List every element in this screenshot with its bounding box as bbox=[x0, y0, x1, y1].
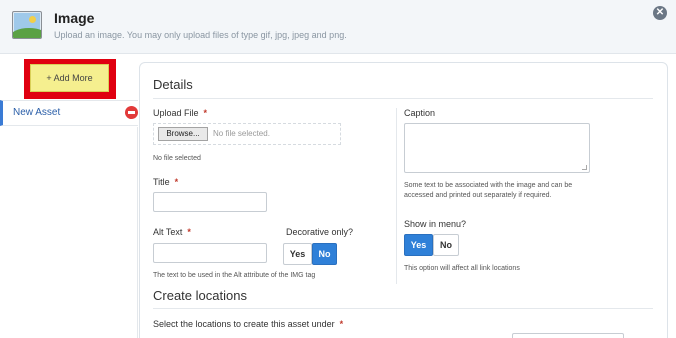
alt-text-help: The text to be used in the Alt attribute… bbox=[153, 272, 316, 279]
alt-text-input[interactable] bbox=[153, 243, 267, 263]
browse-button[interactable]: Browse... bbox=[158, 127, 208, 141]
image-icon bbox=[12, 11, 42, 39]
upload-help-text: No file selected bbox=[153, 155, 201, 162]
sidebar-item-label: New Asset bbox=[13, 107, 61, 118]
resize-grip-icon[interactable] bbox=[582, 165, 587, 170]
show-in-menu-label: Show in menu? bbox=[404, 219, 467, 229]
remove-icon[interactable] bbox=[125, 106, 138, 119]
locations-divider bbox=[153, 308, 653, 309]
close-icon[interactable]: ✕ bbox=[653, 6, 667, 20]
column-divider bbox=[396, 108, 397, 284]
show-in-menu-yes-toggle[interactable]: Yes bbox=[404, 234, 433, 256]
decorative-label: Decorative only? bbox=[286, 227, 354, 237]
caption-help: Some text to be associated with the imag… bbox=[404, 182, 573, 199]
dialog-title: Image bbox=[54, 10, 95, 26]
dialog-header: Image Upload an image. You may only uplo… bbox=[0, 0, 676, 54]
select-locations-label: Select the locations to create this asse… bbox=[153, 319, 344, 329]
create-locations-heading: Create locations bbox=[153, 288, 247, 303]
add-more-button[interactable]: + Add More bbox=[30, 64, 109, 92]
alt-text-label: Alt Text * bbox=[153, 227, 191, 237]
location-select[interactable] bbox=[512, 333, 624, 338]
caption-textarea[interactable] bbox=[404, 123, 590, 173]
title-input[interactable] bbox=[153, 192, 267, 212]
dialog-subtitle: Upload an image. You may only upload fil… bbox=[54, 30, 347, 40]
upload-file-label: Upload File * bbox=[153, 108, 208, 118]
show-in-menu-no-toggle[interactable]: No bbox=[433, 234, 459, 256]
details-heading: Details bbox=[153, 77, 193, 92]
title-label: Title * bbox=[153, 177, 179, 187]
sidebar bbox=[0, 127, 138, 338]
details-divider bbox=[153, 98, 653, 99]
decorative-no-toggle[interactable]: No bbox=[312, 243, 337, 265]
caption-label: Caption bbox=[404, 108, 436, 118]
file-status: No file selected. bbox=[213, 129, 270, 138]
decorative-yes-toggle[interactable]: Yes bbox=[283, 243, 312, 265]
sidebar-item-new-asset[interactable]: New Asset bbox=[0, 100, 138, 126]
show-in-menu-help: This option will affect all link locatio… bbox=[404, 265, 520, 272]
